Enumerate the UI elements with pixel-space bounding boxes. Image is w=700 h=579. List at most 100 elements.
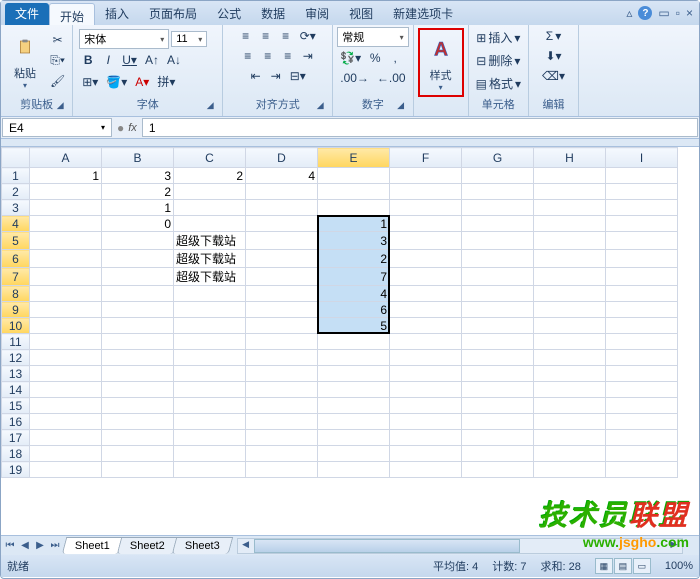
cell-B16[interactable] xyxy=(102,414,174,430)
cell-A1[interactable]: 1 xyxy=(30,168,102,184)
cell-A10[interactable] xyxy=(30,318,102,334)
number-format-combo[interactable]: 常规▾ xyxy=(337,27,408,47)
col-header-H[interactable]: H xyxy=(534,148,606,168)
row-header-14[interactable]: 14 xyxy=(2,382,30,398)
cell-E1[interactable] xyxy=(318,168,390,184)
font-launcher[interactable]: ◢ xyxy=(204,100,216,112)
cell-I1[interactable] xyxy=(606,168,678,184)
sheet-nav-first-icon[interactable]: ⏮ xyxy=(3,540,17,551)
cell-C5[interactable]: 超级下载站 xyxy=(174,232,246,250)
cell-G10[interactable] xyxy=(462,318,534,334)
copy-button[interactable]: ⎘▾ xyxy=(47,51,68,70)
cell-D10[interactable] xyxy=(246,318,318,334)
cell-I10[interactable] xyxy=(606,318,678,334)
cell-A9[interactable] xyxy=(30,302,102,318)
cell-A13[interactable] xyxy=(30,366,102,382)
cell-C9[interactable] xyxy=(174,302,246,318)
orientation-button[interactable]: ⟳▾ xyxy=(297,27,319,45)
cell-F11[interactable] xyxy=(390,334,462,350)
window-close-icon[interactable]: × xyxy=(686,6,693,20)
view-pagebreak-icon[interactable]: ▭ xyxy=(633,558,651,574)
phonetic-button[interactable]: 拼▾ xyxy=(154,71,178,92)
col-header-A[interactable]: A xyxy=(30,148,102,168)
cell-B10[interactable] xyxy=(102,318,174,334)
cell-D15[interactable] xyxy=(246,398,318,414)
cell-F12[interactable] xyxy=(390,350,462,366)
cell-F1[interactable] xyxy=(390,168,462,184)
spreadsheet-grid[interactable]: ABCDEFGHI 1132422314015超级下载站36超级下载站27超级下… xyxy=(1,147,678,478)
row-header-3[interactable]: 3 xyxy=(2,200,30,216)
align-launcher[interactable]: ◢ xyxy=(314,100,326,112)
cell-B19[interactable] xyxy=(102,462,174,478)
cell-C4[interactable] xyxy=(174,216,246,232)
cell-A5[interactable] xyxy=(30,232,102,250)
cell-H3[interactable] xyxy=(534,200,606,216)
cell-A4[interactable] xyxy=(30,216,102,232)
decrease-font-icon[interactable]: A↓ xyxy=(164,51,184,69)
cell-E18[interactable] xyxy=(318,446,390,462)
cell-D12[interactable] xyxy=(246,350,318,366)
clipboard-launcher[interactable]: ◢ xyxy=(54,100,66,112)
cell-H19[interactable] xyxy=(534,462,606,478)
cell-D19[interactable] xyxy=(246,462,318,478)
cell-C15[interactable] xyxy=(174,398,246,414)
cell-D7[interactable] xyxy=(246,268,318,286)
cell-A11[interactable] xyxy=(30,334,102,350)
cell-E6[interactable]: 2 xyxy=(318,250,390,268)
row-header-13[interactable]: 13 xyxy=(2,366,30,382)
cell-C7[interactable]: 超级下载站 xyxy=(174,268,246,286)
tab-file[interactable]: 文件 xyxy=(5,3,49,25)
tab-insert[interactable]: 插入 xyxy=(95,1,139,25)
cell-H5[interactable] xyxy=(534,232,606,250)
cell-C8[interactable] xyxy=(174,286,246,302)
cell-I12[interactable] xyxy=(606,350,678,366)
cell-A17[interactable] xyxy=(30,430,102,446)
tab-formulas[interactable]: 公式 xyxy=(207,1,251,25)
cell-A2[interactable] xyxy=(30,184,102,200)
paste-button[interactable]: 粘贴 ▾ xyxy=(5,29,45,92)
cell-B1[interactable]: 3 xyxy=(102,168,174,184)
cell-F15[interactable] xyxy=(390,398,462,414)
cell-A6[interactable] xyxy=(30,250,102,268)
cell-F16[interactable] xyxy=(390,414,462,430)
row-header-2[interactable]: 2 xyxy=(2,184,30,200)
cell-G13[interactable] xyxy=(462,366,534,382)
cell-E13[interactable] xyxy=(318,366,390,382)
cell-B9[interactable] xyxy=(102,302,174,318)
cell-F9[interactable] xyxy=(390,302,462,318)
cell-G5[interactable] xyxy=(462,232,534,250)
cell-C3[interactable] xyxy=(174,200,246,216)
cell-B2[interactable]: 2 xyxy=(102,184,174,200)
col-header-I[interactable]: I xyxy=(606,148,678,168)
row-header-17[interactable]: 17 xyxy=(2,430,30,446)
col-header-F[interactable]: F xyxy=(390,148,462,168)
cell-G14[interactable] xyxy=(462,382,534,398)
cell-B17[interactable] xyxy=(102,430,174,446)
cell-C6[interactable]: 超级下载站 xyxy=(174,250,246,268)
cell-C13[interactable] xyxy=(174,366,246,382)
cell-H4[interactable] xyxy=(534,216,606,232)
row-header-11[interactable]: 11 xyxy=(2,334,30,350)
cell-F3[interactable] xyxy=(390,200,462,216)
underline-button[interactable]: U▾ xyxy=(119,51,140,69)
cell-H6[interactable] xyxy=(534,250,606,268)
name-box[interactable]: E4▾ xyxy=(2,118,112,137)
row-header-6[interactable]: 6 xyxy=(2,250,30,268)
cell-G9[interactable] xyxy=(462,302,534,318)
row-header-4[interactable]: 4 xyxy=(2,216,30,232)
tab-new[interactable]: 新建选项卡 xyxy=(383,1,463,25)
cell-E10[interactable]: 5 xyxy=(318,318,390,334)
cell-G8[interactable] xyxy=(462,286,534,302)
italic-button[interactable]: I xyxy=(99,51,117,69)
tab-data[interactable]: 数据 xyxy=(251,1,295,25)
col-header-D[interactable]: D xyxy=(246,148,318,168)
tab-home[interactable]: 开始 xyxy=(49,3,95,25)
row-header-16[interactable]: 16 xyxy=(2,414,30,430)
cell-B7[interactable] xyxy=(102,268,174,286)
row-header-9[interactable]: 9 xyxy=(2,302,30,318)
border-button[interactable]: ⊞▾ xyxy=(79,73,101,91)
cell-A16[interactable] xyxy=(30,414,102,430)
cell-H12[interactable] xyxy=(534,350,606,366)
cell-A14[interactable] xyxy=(30,382,102,398)
cell-G16[interactable] xyxy=(462,414,534,430)
